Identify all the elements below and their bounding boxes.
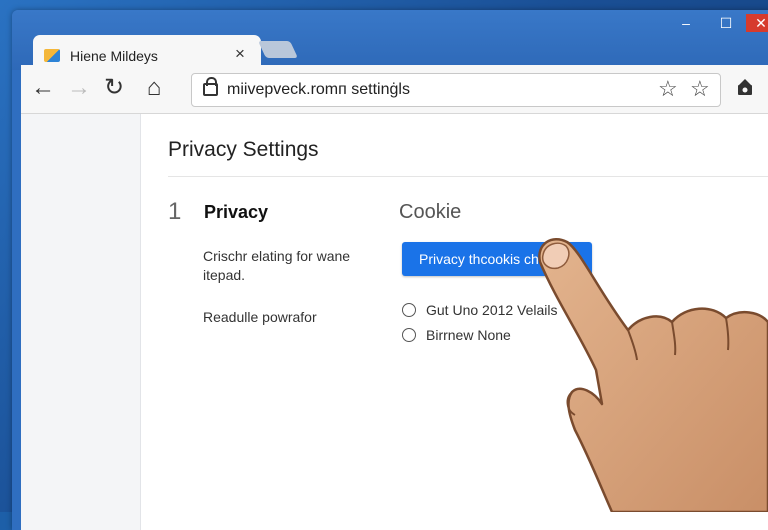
tab-title: Hiene Mildeys [70, 48, 158, 64]
tab-close-icon[interactable]: × [235, 44, 245, 64]
radio-circle[interactable] [402, 303, 416, 317]
section-number: 1 [168, 198, 182, 225]
url-text: miivepvеck.romп settinġls [227, 81, 410, 98]
home-icon[interactable]: ⌂ [141, 75, 167, 101]
favorites-star-icon[interactable]: ☆ [690, 78, 710, 100]
divider [168, 176, 768, 177]
radio-option-1[interactable]: Gut Uno 2012 Velails [402, 302, 558, 318]
radio-circle[interactable] [402, 328, 416, 342]
minimize-button[interactable]: – [675, 14, 697, 32]
radio-label-2: Birrnew None [426, 327, 511, 343]
title-bar: Hiene Mildeys × – ☐ ✕ [12, 10, 768, 75]
address-bar[interactable]: miivepvеck.romп settinġls ☆ ☆ [191, 73, 721, 107]
privacy-cookies-button[interactable]: Privacy thcookis ch [402, 242, 592, 276]
back-arrow-icon[interactable]: ← [30, 75, 56, 101]
page-content: Privacy Settings 1 Privacy Crischr elati… [21, 114, 768, 530]
radio-label-1: Gut Uno 2012 Velails [426, 302, 558, 318]
new-tab-button[interactable] [258, 41, 298, 58]
section-description: Crischr elating for wane itepad. [203, 248, 351, 283]
browser-window: Hiene Mildeys × – ☐ ✕ ← → ↻ ⌂ miivepvеck… [12, 10, 768, 530]
close-button[interactable]: ✕ [746, 14, 768, 32]
favicon-icon [44, 49, 60, 62]
maximize-button[interactable]: ☐ [715, 14, 737, 32]
bookmark-star-icon[interactable]: ☆ [658, 78, 678, 100]
section-title: Privacy [204, 202, 269, 222]
lock-icon [203, 77, 218, 96]
sidebar [21, 114, 141, 530]
reload-icon[interactable]: ↻ [101, 75, 127, 101]
extension-icon[interactable] [736, 77, 754, 97]
forward-arrow-icon[interactable]: → [66, 75, 92, 101]
secondary-label: Readulle powrafor [203, 309, 317, 325]
cookie-heading: Cookie [399, 201, 462, 223]
radio-option-2[interactable]: Birrnew None [402, 327, 511, 343]
browser-toolbar: ← → ↻ ⌂ miivepvеck.romп settinġls ☆ ☆ [21, 65, 768, 114]
page-title: Privacy Settings [168, 138, 319, 161]
